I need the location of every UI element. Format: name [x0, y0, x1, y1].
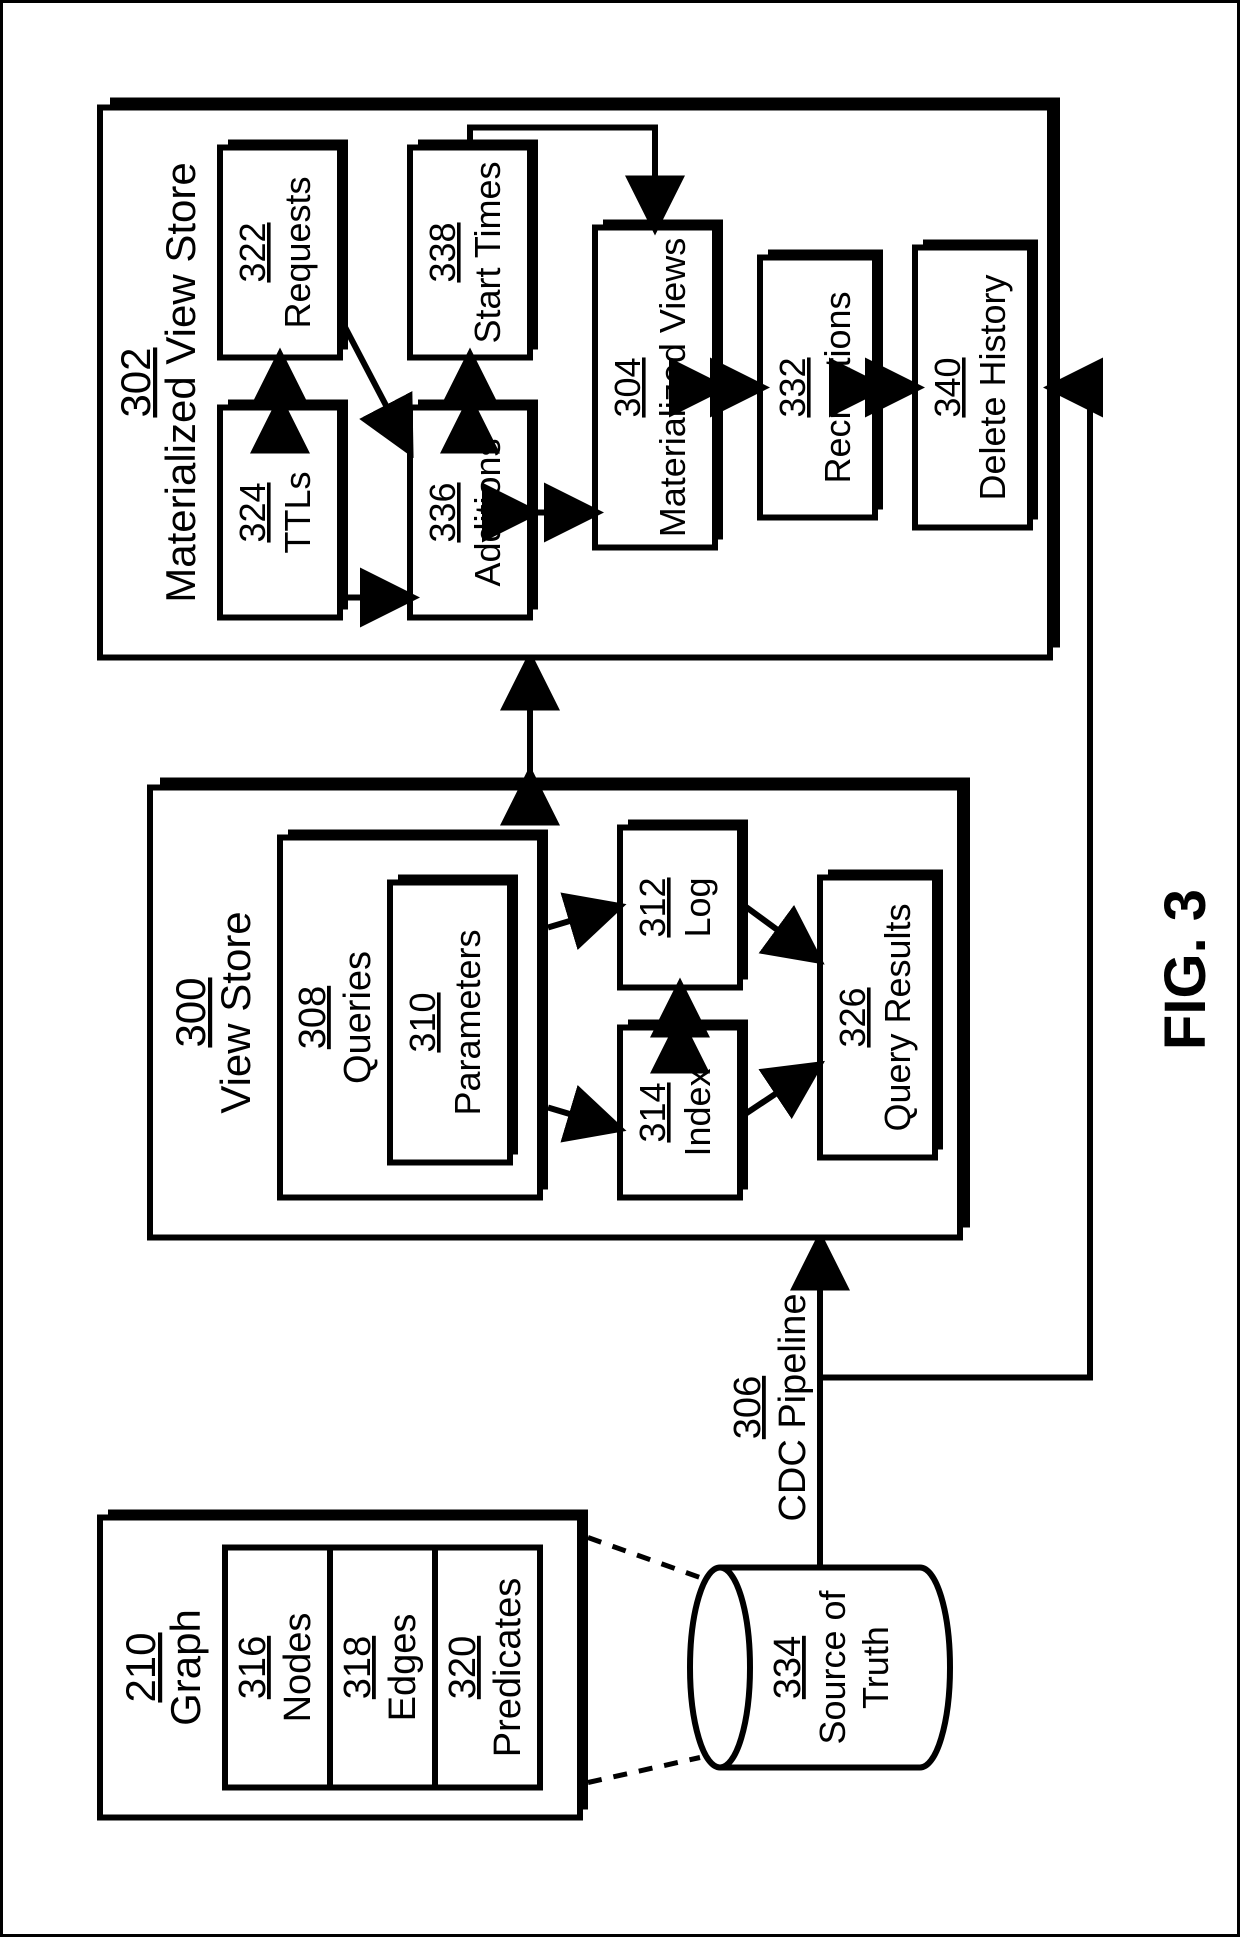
index-ref: 314 — [632, 1082, 673, 1142]
log-ref: 312 — [632, 877, 673, 937]
queries-ref: 308 — [292, 985, 334, 1048]
source-of-truth-cylinder: 334 Source of Truth — [690, 1567, 950, 1767]
mvs-ref: 302 — [112, 347, 159, 417]
st-label: Start Times — [467, 161, 508, 343]
ttls-ref: 324 — [232, 482, 273, 542]
graph-ref: 210 — [117, 1632, 164, 1702]
cdc-label: CDC Pipeline — [772, 1293, 814, 1521]
rec-label: Recreations — [817, 291, 858, 483]
figure-label: FIG. 3 — [1153, 888, 1218, 1049]
dh-ref: 340 — [927, 357, 968, 417]
mvs-title: Materialized View Store — [157, 162, 204, 602]
vs-title: View Store — [212, 911, 259, 1113]
vs-ref: 300 — [167, 977, 214, 1047]
diagram-canvas: 210 Graph 316 Nodes 318 Edges 320 Predic… — [0, 0, 1240, 1937]
req-label: Requests — [277, 176, 318, 328]
mv-ref: 304 — [607, 357, 648, 417]
qr-label: Query Results — [877, 903, 918, 1131]
add-ref: 336 — [422, 482, 463, 542]
queries-label: Queries — [337, 950, 379, 1083]
index-label: Index — [677, 1068, 718, 1156]
req-ref: 322 — [232, 222, 273, 282]
qr-ref: 326 — [832, 987, 873, 1047]
st-ref: 338 — [422, 222, 463, 282]
add-label: Additions — [467, 438, 508, 586]
edges-ref: 318 — [337, 1635, 379, 1698]
cdc-ref: 306 — [727, 1375, 769, 1438]
log-label: Log — [677, 877, 718, 937]
mv-store-box: 302 Materialized View Store 324 TTLs 322… — [100, 97, 1060, 657]
ttls-label: TTLs — [277, 471, 318, 553]
nodes-label: Nodes — [277, 1612, 319, 1722]
graph-box: 210 Graph 316 Nodes 318 Edges 320 Predic… — [100, 1509, 588, 1817]
sot-label-line1: Source of — [812, 1589, 853, 1744]
edges-label: Edges — [382, 1613, 424, 1721]
sot-ref: 334 — [767, 1635, 809, 1698]
nodes-ref: 316 — [232, 1635, 274, 1698]
dh-label: Delete History — [972, 274, 1013, 500]
rec-ref: 332 — [772, 357, 813, 417]
params-label: Parameters — [447, 929, 488, 1115]
view-store-box: 300 View Store 308 Queries 310 Parameter… — [150, 777, 970, 1237]
sot-label-line2: Truth — [855, 1626, 896, 1709]
graph-title: Graph — [162, 1609, 209, 1726]
params-ref: 310 — [402, 992, 443, 1052]
page-frame: 210 Graph 316 Nodes 318 Edges 320 Predic… — [0, 0, 1240, 1937]
mv-label: Materialized Views — [652, 237, 693, 536]
predicates-label: Predicates — [487, 1577, 529, 1757]
predicates-ref: 320 — [442, 1635, 484, 1698]
